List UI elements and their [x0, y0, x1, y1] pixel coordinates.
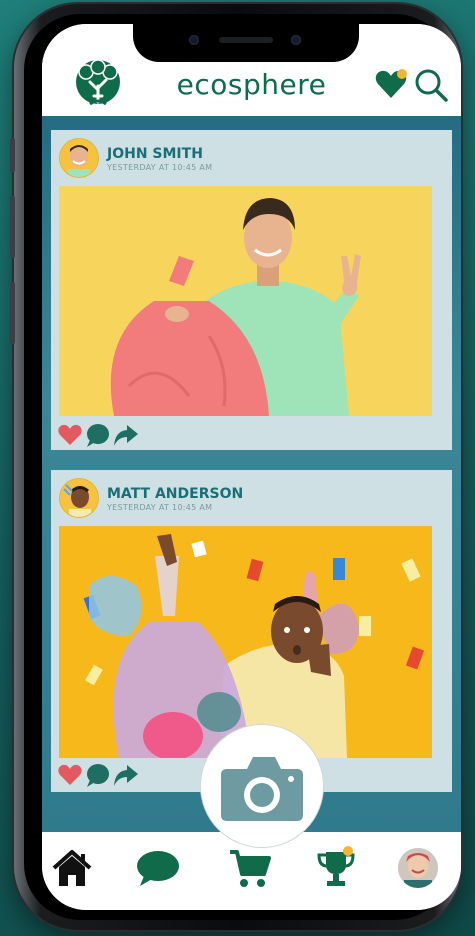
phone-notch — [133, 24, 359, 62]
like-icon[interactable] — [57, 422, 83, 448]
photo-man-with-trash-bag — [59, 186, 432, 416]
cart-icon[interactable] — [228, 846, 272, 890]
avatar[interactable] — [59, 478, 99, 518]
notification-dot — [397, 69, 407, 79]
home-icon[interactable] — [50, 846, 94, 890]
notification-dot — [343, 846, 353, 856]
photo-man-with-plastic-waste — [59, 526, 432, 758]
profile-avatar[interactable] — [398, 848, 438, 888]
side-button — [10, 282, 15, 344]
side-button — [10, 138, 15, 172]
comment-icon[interactable] — [85, 762, 111, 788]
profile-avatar-image — [398, 848, 438, 888]
post-timestamp: YESTERDAY AT 10:45 AM — [107, 163, 213, 172]
post-photo[interactable] — [59, 186, 432, 416]
post-author[interactable]: JOHN SMITH — [107, 146, 203, 162]
avatar[interactable] — [59, 138, 99, 178]
sensor-icon — [291, 35, 301, 45]
avatar-image — [60, 139, 98, 177]
post-author[interactable]: MATT ANDERSON — [107, 486, 243, 502]
app-screen: ecosphere JOHN SMITH YESTERDAY AT 10:45 … — [42, 24, 461, 910]
post-photo[interactable] — [59, 526, 432, 758]
avatar-image — [60, 479, 98, 517]
front-camera-icon — [189, 35, 199, 45]
side-button — [10, 196, 15, 258]
share-icon[interactable] — [113, 762, 139, 788]
camera-icon — [221, 757, 303, 821]
share-icon[interactable] — [113, 422, 139, 448]
post-timestamp: YESTERDAY AT 10:45 AM — [107, 503, 213, 512]
chat-icon[interactable] — [136, 846, 180, 890]
camera-button[interactable] — [200, 724, 324, 848]
post-card: JOHN SMITH YESTERDAY AT 10:45 AM — [51, 130, 452, 450]
comment-icon[interactable] — [85, 422, 111, 448]
heart-icon[interactable] — [374, 68, 408, 100]
like-icon[interactable] — [57, 762, 83, 788]
trophy-icon[interactable] — [314, 846, 358, 890]
search-icon[interactable] — [414, 68, 448, 102]
speaker-grill — [219, 37, 273, 43]
